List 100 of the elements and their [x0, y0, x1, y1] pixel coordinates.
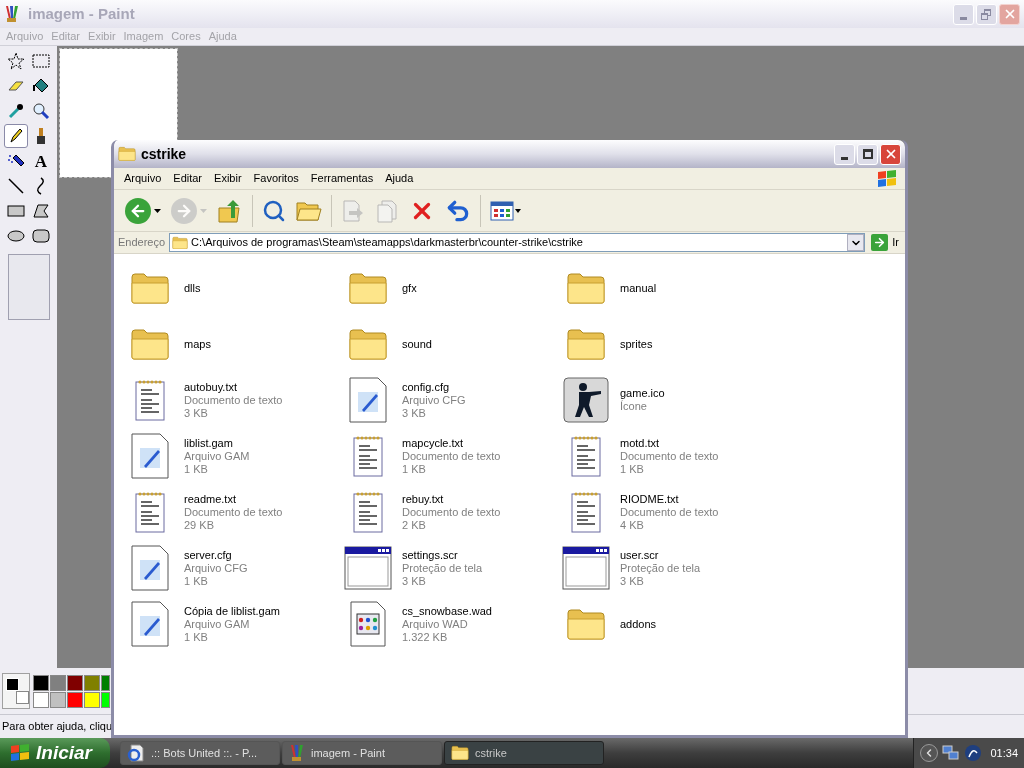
palette-swatch[interactable] [33, 674, 49, 691]
maximize-button[interactable] [857, 143, 878, 165]
palette-swatch[interactable] [67, 674, 83, 691]
file-name: manual [620, 281, 657, 295]
folder-icon [118, 146, 136, 162]
restore-button[interactable] [976, 3, 997, 25]
file-item[interactable]: settings.scr Proteção de tela 3 KB [344, 540, 562, 596]
file-size: 29 KB [184, 518, 215, 532]
palette-swatch[interactable] [33, 691, 49, 708]
file-item[interactable]: motd.txt Documento de texto 1 KB [562, 428, 780, 484]
file-item[interactable]: config.cfg Arquivo CFG 3 KB [344, 372, 562, 428]
tool-options-panel [7, 254, 50, 320]
file-item[interactable]: addons [562, 596, 780, 652]
window-icon [562, 546, 610, 590]
palette-swatch[interactable] [67, 691, 83, 708]
file-item[interactable]: game.ico Ícone [562, 372, 780, 428]
document-pen-icon [130, 600, 170, 648]
round-tray-icon[interactable] [964, 744, 983, 762]
menu-item[interactable]: Ajuda [379, 170, 420, 187]
file-type: Proteção de tela [402, 561, 483, 575]
menu-item[interactable]: Exibir [208, 170, 248, 187]
file-type: Documento de texto [184, 505, 283, 519]
folder-icon [348, 327, 388, 361]
folder-icon [566, 271, 606, 305]
text-document-icon [352, 490, 384, 534]
file-name: addons [620, 617, 657, 631]
palette-swatch[interactable] [84, 691, 100, 708]
file-name: liblist.gam [184, 436, 234, 450]
palette-swatch[interactable] [50, 691, 66, 708]
menu-item[interactable]: Arquivo [118, 170, 168, 187]
file-item[interactable]: cs_snowbase.wad Arquivo WAD 1.322 KB [344, 596, 562, 652]
foreground-color-swatch[interactable] [6, 678, 19, 691]
file-type: Arquivo WAD [402, 617, 469, 631]
menu-item[interactable]: Ferramentas [304, 170, 380, 187]
file-item[interactable]: manual [562, 260, 780, 316]
file-size: 2 KB [402, 518, 427, 532]
file-type: Documento de texto [402, 449, 501, 463]
menu-item[interactable]: Editar [167, 170, 209, 187]
window-title: cstrike [141, 144, 187, 164]
palette-swatch[interactable] [101, 674, 110, 691]
file-type: Documento de texto [620, 449, 719, 463]
folder-icon [130, 327, 170, 361]
dropdown-button[interactable] [847, 234, 865, 251]
taskbar-button[interactable]: imagem - Paint [282, 741, 442, 765]
window-icon [344, 546, 392, 590]
file-item[interactable]: sound [344, 316, 562, 372]
file-name: game.ico [620, 387, 665, 400]
tool-button[interactable] [4, 124, 28, 148]
file-item[interactable]: sprites [562, 316, 780, 372]
file-name: motd.txt [620, 436, 661, 450]
menu-item[interactable]: Favoritos [247, 170, 305, 187]
file-size: 1 KB [620, 462, 645, 476]
text-tool-glyph: A [34, 152, 48, 170]
document-grid-icon [349, 600, 387, 648]
file-item[interactable]: Cópia de liblist.gam Arquivo GAM 1 KB [126, 596, 344, 652]
file-item[interactable]: RIODME.txt Documento de texto 4 KB [562, 484, 780, 540]
file-type: Arquivo CFG [184, 561, 248, 575]
status-text: Para obter ajuda, cliqu [2, 719, 113, 735]
network-computers-icon[interactable] [942, 744, 961, 762]
palette-swatch[interactable] [84, 674, 100, 691]
document-arrow-icon [341, 198, 365, 223]
minimize-button[interactable] [834, 143, 855, 165]
star-select-icon [7, 52, 25, 70]
file-item[interactable]: user.scr Proteção de tela 3 KB [562, 540, 780, 596]
file-name: config.cfg [402, 380, 451, 394]
selection-icon [32, 52, 50, 70]
file-item[interactable]: gfx [344, 260, 562, 316]
file-item[interactable]: mapcycle.txt Documento de texto 1 KB [344, 428, 562, 484]
documents-icon [375, 198, 399, 223]
file-size: 1 KB [402, 462, 427, 476]
file-item[interactable]: readme.txt Documento de texto 29 KB [126, 484, 344, 540]
file-item[interactable]: rebuy.txt Documento de texto 2 KB [344, 484, 562, 540]
paint-brushes-icon [289, 744, 305, 762]
folder-up-icon [217, 197, 243, 224]
file-item[interactable]: maps [126, 316, 344, 372]
tool-button[interactable]: A [29, 149, 53, 173]
taskbar-button[interactable]: cstrike [444, 741, 604, 765]
file-name: maps [184, 337, 211, 351]
file-type: Proteção de tela [620, 561, 701, 575]
file-name: rebuy.txt [402, 492, 445, 506]
file-item[interactable]: autobuy.txt Documento de texto 3 KB [126, 372, 344, 428]
dropdown-caret-icon [154, 208, 161, 213]
address-field[interactable]: C:\Arquivos de programas\Steam\steamapps\darkmasterbr\counter-strike\cstrike [169, 233, 866, 252]
palette-swatch[interactable] [101, 691, 110, 708]
start-button[interactable]: Iniciar [0, 738, 110, 768]
palette-swatch[interactable] [50, 674, 66, 691]
folder-icon [130, 271, 170, 305]
file-item[interactable]: server.cfg Arquivo CFG 1 KB [126, 540, 344, 596]
file-name: settings.scr [402, 548, 459, 562]
file-item[interactable]: liblist.gam Arquivo GAM 1 KB [126, 428, 344, 484]
file-name: cs_snowbase.wad [402, 604, 492, 618]
go-button[interactable]: Ir [869, 234, 901, 251]
show-hidden-icons-button[interactable] [920, 744, 939, 762]
file-item[interactable]: dlls [126, 260, 344, 316]
folder-icon [451, 745, 469, 761]
folder-icon [348, 271, 388, 305]
eyedropper-icon [7, 102, 25, 120]
file-type: Arquivo GAM [184, 449, 250, 463]
taskbar-button[interactable]: .:: Bots United ::. - P... [120, 741, 280, 765]
background-color-swatch[interactable] [16, 691, 29, 704]
